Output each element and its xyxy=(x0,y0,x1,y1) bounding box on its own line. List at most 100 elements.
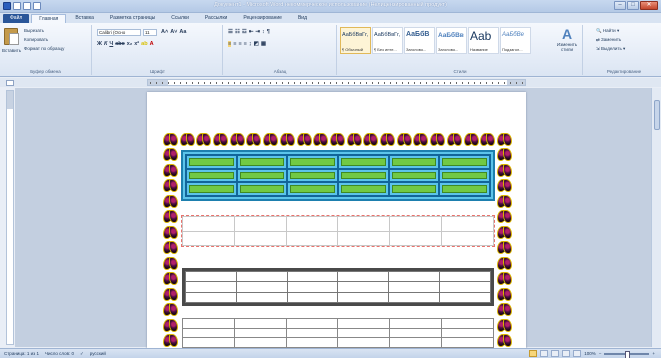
horizontal-ruler[interactable] xyxy=(147,79,526,86)
strikethrough-icon[interactable]: abc xyxy=(115,41,124,47)
align-left-icon[interactable]: ≡ xyxy=(228,41,232,47)
table-cell[interactable] xyxy=(286,281,339,293)
align-center-icon[interactable]: ≡ xyxy=(233,41,236,47)
vertical-ruler[interactable] xyxy=(6,90,14,345)
scrollbar-thumb[interactable] xyxy=(654,100,660,130)
table-cell[interactable] xyxy=(286,270,339,283)
zoom-out-button[interactable]: − xyxy=(599,351,602,356)
table-cell[interactable] xyxy=(336,181,390,197)
table-cell[interactable] xyxy=(233,327,287,339)
table-cell[interactable] xyxy=(185,270,237,283)
tab-mailings[interactable]: Рассылки xyxy=(198,14,234,23)
vertical-scrollbar[interactable] xyxy=(651,88,661,347)
change-styles-button[interactable]: A Изменить стили xyxy=(553,26,581,66)
table-cell[interactable] xyxy=(182,216,235,232)
numbering-icon[interactable]: ☷ xyxy=(235,29,240,35)
full-screen-view-button[interactable] xyxy=(540,350,549,357)
italic-icon[interactable]: К xyxy=(104,41,107,47)
zoom-in-button[interactable]: + xyxy=(652,351,655,356)
table-cell[interactable] xyxy=(235,154,289,170)
outline-view-button[interactable] xyxy=(562,350,571,357)
minimize-button[interactable]: – xyxy=(614,1,626,10)
table-cell[interactable] xyxy=(438,167,491,184)
table-cell[interactable] xyxy=(389,327,443,339)
shading-icon[interactable]: ◩ xyxy=(254,41,259,47)
table-cell[interactable] xyxy=(235,270,288,283)
table-cell[interactable] xyxy=(441,216,494,232)
increase-indent-icon[interactable]: ⇥ xyxy=(255,29,260,35)
table-cell[interactable] xyxy=(233,230,287,246)
style-normal[interactable]: АаБбВвГг, ¶ Обычный xyxy=(340,27,371,54)
table-cell[interactable] xyxy=(286,181,339,197)
table-cell[interactable] xyxy=(182,327,235,339)
table-plain[interactable] xyxy=(182,318,494,348)
sort-icon[interactable]: ↕ xyxy=(262,29,265,35)
table-cell[interactable] xyxy=(337,230,391,246)
shrink-font-icon[interactable]: A˅ xyxy=(170,29,177,35)
format-painter-button[interactable]: Формат по образцу xyxy=(24,46,64,51)
highlight-icon[interactable]: ab xyxy=(141,41,147,47)
subscript-icon[interactable]: x₂ xyxy=(127,41,133,47)
decrease-indent-icon[interactable]: ⇤ xyxy=(249,29,254,35)
table-cell[interactable] xyxy=(285,337,339,348)
table-cell[interactable] xyxy=(286,291,339,304)
close-button[interactable]: ✕ xyxy=(640,1,658,10)
language-indicator[interactable]: русский xyxy=(90,351,106,357)
table-dashed[interactable] xyxy=(181,215,495,247)
table-cell[interactable] xyxy=(286,154,339,170)
table-cell[interactable] xyxy=(389,216,443,232)
font-color-icon[interactable]: A xyxy=(150,41,154,47)
replace-button[interactable]: ⇄ Заменить xyxy=(596,37,621,43)
draft-view-button[interactable] xyxy=(573,350,582,357)
table-cell[interactable] xyxy=(233,337,287,348)
table-cell[interactable] xyxy=(285,230,339,246)
table-cell[interactable] xyxy=(185,167,238,184)
table-cell[interactable] xyxy=(337,216,391,232)
table-cell[interactable] xyxy=(286,167,339,184)
table-cell[interactable] xyxy=(336,167,390,184)
paste-button[interactable]: Вставить xyxy=(2,48,21,53)
table-cell[interactable] xyxy=(439,270,491,283)
superscript-icon[interactable]: x² xyxy=(134,41,139,47)
table-cell[interactable] xyxy=(185,291,237,304)
align-right-icon[interactable]: ≡ xyxy=(238,41,241,47)
table-cell[interactable] xyxy=(441,337,494,348)
tab-view[interactable]: Вид xyxy=(291,14,314,23)
table-cell[interactable] xyxy=(235,291,288,304)
justify-icon[interactable]: ≡ xyxy=(244,41,247,47)
table-cell[interactable] xyxy=(285,216,339,232)
table-cell[interactable] xyxy=(235,181,289,197)
print-layout-view-button[interactable] xyxy=(529,350,538,357)
table-cell[interactable] xyxy=(185,154,238,170)
tab-page-layout[interactable]: Разметка страницы xyxy=(103,14,162,23)
line-spacing-icon[interactable]: ↨ xyxy=(249,41,252,47)
table-cell[interactable] xyxy=(388,281,441,293)
table-cell[interactable] xyxy=(337,281,390,293)
underline-icon[interactable]: Ч xyxy=(109,41,113,47)
select-button[interactable]: ⇲ Выделить ▾ xyxy=(596,46,625,52)
change-case-icon[interactable]: Aa xyxy=(179,29,186,35)
copy-button[interactable]: Копировать xyxy=(24,37,48,42)
table-cell[interactable] xyxy=(235,281,288,293)
table-cell[interactable] xyxy=(337,318,391,329)
table-cell[interactable] xyxy=(233,216,287,232)
table-cell[interactable] xyxy=(441,327,494,339)
tab-selector-button[interactable] xyxy=(6,80,14,86)
table-cell[interactable] xyxy=(441,318,494,329)
paste-icon[interactable] xyxy=(4,28,19,45)
table-cell[interactable] xyxy=(233,318,287,329)
table-cell[interactable] xyxy=(389,318,443,329)
table-cell[interactable] xyxy=(285,318,339,329)
tab-review[interactable]: Рецензирование xyxy=(236,14,289,23)
table-cell[interactable] xyxy=(337,327,391,339)
word-count[interactable]: Число слов: 0 xyxy=(45,351,74,357)
table-cell[interactable] xyxy=(337,291,390,304)
cut-button[interactable]: Вырезать xyxy=(24,28,44,33)
tab-file[interactable]: Файл xyxy=(3,14,30,23)
zoom-level[interactable]: 100% xyxy=(584,351,596,356)
table-cell[interactable] xyxy=(337,270,390,283)
table-cell[interactable] xyxy=(388,270,441,283)
table-cell[interactable] xyxy=(336,154,390,170)
find-button[interactable]: 🔍 Найти ▾ xyxy=(596,28,619,34)
page-count[interactable]: Страница: 1 из 1 xyxy=(4,351,39,357)
